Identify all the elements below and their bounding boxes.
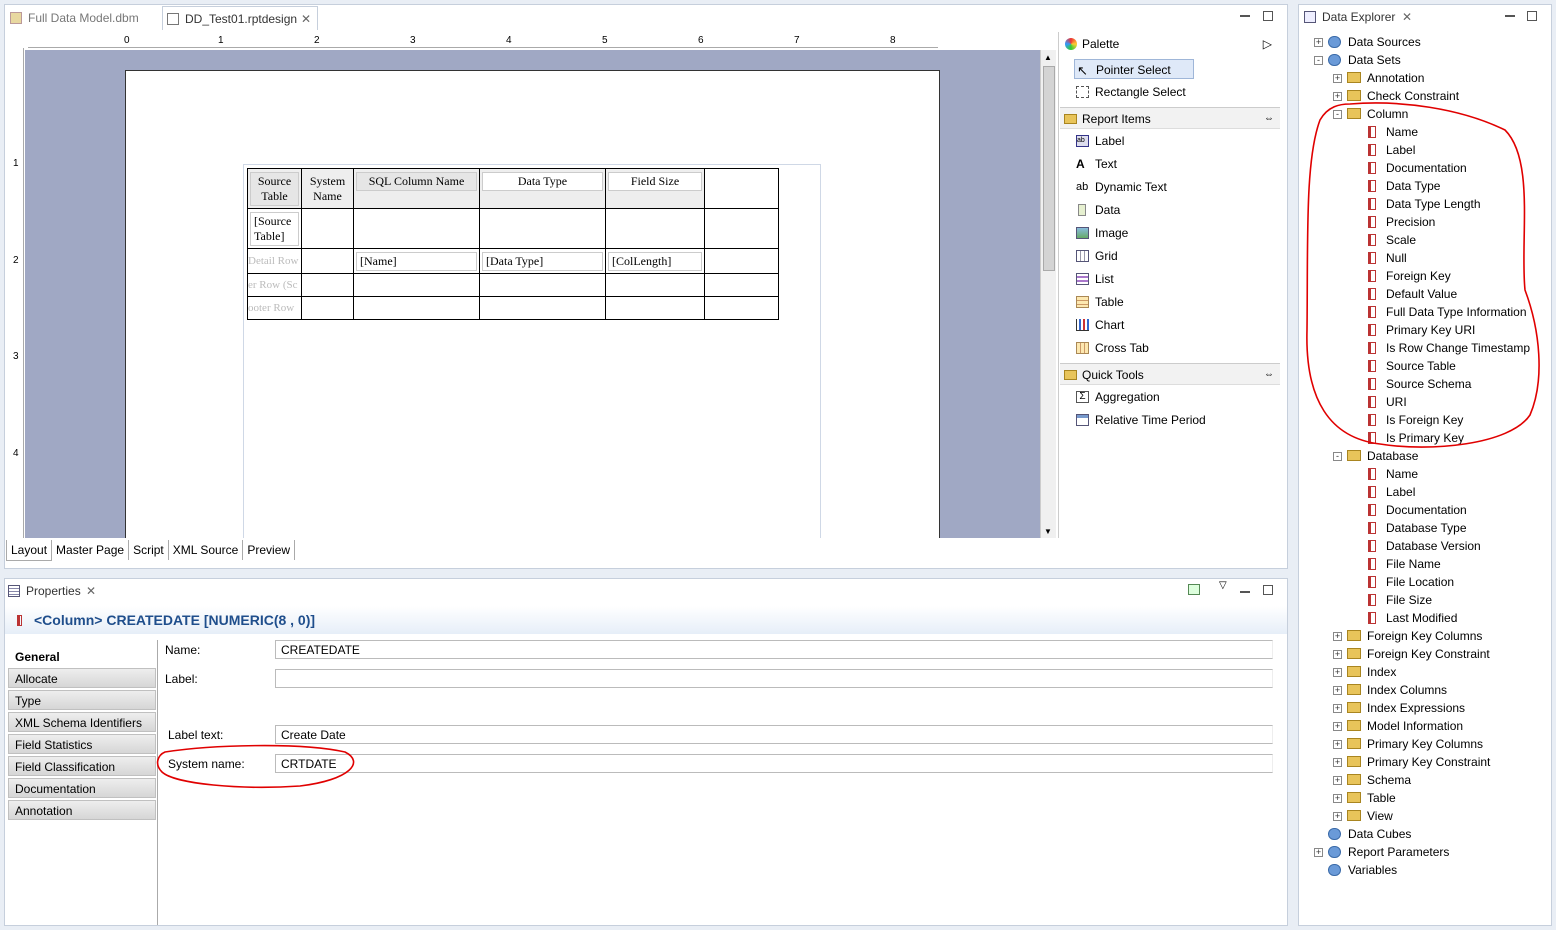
- annotation-overlay: [156, 102, 1540, 788]
- column-highlight-circle: [1306, 102, 1540, 448]
- system-name-highlight-circle: [156, 744, 355, 788]
